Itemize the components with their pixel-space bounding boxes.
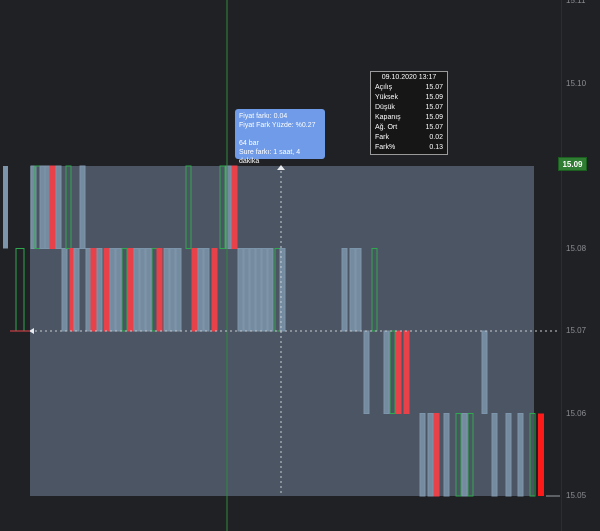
candle-bar [433,413,440,497]
ohlc-date: 09.10.2020 13:17 [381,74,437,81]
candle-bar [427,413,434,497]
price-chart[interactable] [0,0,600,531]
candle-bar [115,248,122,332]
candle-bar [419,413,426,497]
price-diff-pct-text: Fiyat Fark Yüzde: %0.27 [239,122,316,129]
price-tick-label: 15.05 [566,491,587,500]
candle-bar [267,248,274,332]
candle-bar [255,248,262,332]
bar-count-text: 64 bar [239,140,259,147]
candle-bar [85,248,92,332]
price-tick-label: 15.11 [566,0,586,5]
candle-bar [44,165,51,249]
candle-bar [103,248,110,332]
ohlc-row: Fark% 0.13 [375,143,443,153]
measure-tooltip: Fiyat farkı: 0.04 Fiyat Fark Yüzde: %0.2… [235,109,325,165]
candle-bar [191,248,198,332]
price-tick-label: 15.10 [566,78,587,88]
candle-bar [3,166,8,249]
price-tick-label: 15.07 [566,326,587,335]
candle-bar [395,330,402,414]
candle-bar [505,413,512,497]
price-tick-label: 15.06 [566,408,587,418]
candle-bar [96,248,103,332]
candle-bar [139,248,146,332]
ohlc-row: Ağ. Ort 15.07 [375,123,443,133]
candle-bar [55,165,62,249]
ohlc-label: Kapanış [375,114,401,121]
candle-bar [355,248,362,332]
candle-bar [231,165,238,249]
ohlc-value: 15.09 [425,114,443,121]
ohlc-value: 0.13 [429,144,443,151]
candle-bar [517,413,524,497]
last-candle-bar [538,413,544,496]
candle-bar [79,165,86,249]
candle-bar [169,248,176,332]
ohlc-value: 15.07 [425,124,443,131]
candle-bar [133,248,140,332]
candle-bar [197,248,204,332]
candle-bar [261,248,268,332]
candle-bar [156,248,163,332]
candle-bar [341,248,348,332]
candle-bar [163,248,170,332]
ohlc-label: Yüksek [375,94,398,101]
candle-bar [243,248,250,332]
candle-bar [203,248,210,332]
candle-bar [211,248,218,332]
candle-bar [61,248,68,332]
candle-bar [491,413,498,497]
ohlc-tooltip: 09.10.2020 13:17 Açılış 15.07 Yüksek 15.09 D… [370,71,448,155]
candle-bar [90,248,97,332]
candle-bar [73,248,80,332]
candle-bar [383,330,390,414]
ohlc-label: Ağ. Ort [375,124,398,131]
last-price-badge: 15.09 [558,157,587,171]
candle-bar [127,248,134,332]
price-tick-label: 15.08 [566,243,587,253]
ohlc-value: 15.07 [425,84,443,91]
ohlc-label: Fark [375,134,389,141]
candle-bar [249,248,256,332]
ohlc-value: 0.02 [429,134,443,141]
candle-bar [481,330,488,414]
ohlc-row: Kapanış 15.09 [375,113,443,123]
candle-bar [403,330,410,414]
ohlc-label: Fark% [375,144,396,151]
candle-bar [109,248,116,332]
ohlc-row: Açılış 15.07 [375,83,443,93]
ohlc-label: Düşük [375,104,395,111]
ohlc-value: 15.09 [425,94,443,101]
candle-bar [175,248,182,332]
candle-bar [39,165,46,249]
candle-bar [461,413,468,497]
candle-bar [15,248,25,332]
candle-bar [363,330,370,414]
ohlc-value: 15.07 [425,104,443,111]
candle-bar [237,248,244,332]
ohlc-row: Fark 0.02 [375,133,443,143]
time-diff-text: Sure farkı: 1 saat, 4 dakika [239,149,301,165]
candle-bar [279,248,286,332]
ohlc-row: Yüksek 15.09 [375,93,443,103]
candle-bar [443,413,450,497]
price-diff-text: Fiyat farkı: 0.04 [239,113,288,120]
candle-bar [49,165,56,249]
candle-bar [349,248,356,332]
ohlc-row: Düşük 15.07 [375,103,443,113]
ohlc-label: Açılış [375,84,393,91]
candle-bar [145,248,152,332]
